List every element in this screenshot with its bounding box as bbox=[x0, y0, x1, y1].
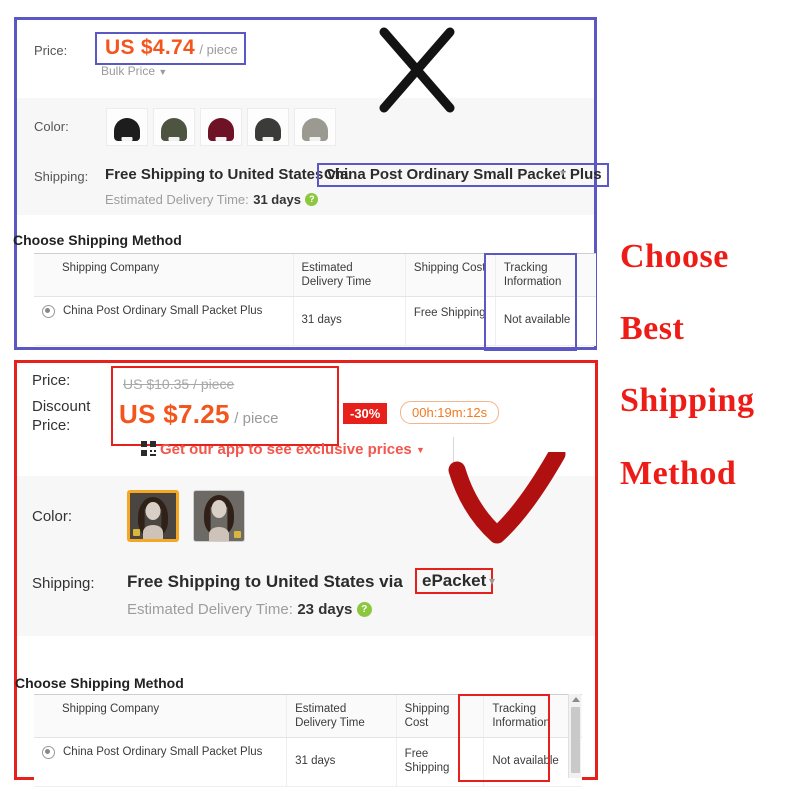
color-row-bottom: Color: bbox=[32, 507, 72, 526]
td-company-text: China Post Ordinary Small Packet Plus bbox=[63, 305, 263, 317]
shipping-option-radio[interactable] bbox=[42, 746, 55, 759]
swatch-hat-icon bbox=[208, 118, 234, 141]
discount-price-box[interactable]: US $10.35 / piece US $7.25 / piece bbox=[111, 366, 339, 446]
shipping-free-text-wrap-bottom: Free Shipping to United States via bbox=[127, 572, 403, 592]
color-swatch-dark-grey[interactable] bbox=[247, 108, 289, 146]
tracking-column-highlight-bottom bbox=[458, 694, 550, 782]
shipping-row-top: Shipping: bbox=[34, 168, 88, 185]
th-shipping-cost: Shipping Cost bbox=[404, 254, 495, 296]
wig-badge-icon bbox=[234, 531, 241, 538]
color-swatch-light-grey[interactable] bbox=[294, 108, 336, 146]
price-amount: US $4.74 bbox=[105, 36, 195, 59]
color-swatch-wine-red[interactable] bbox=[200, 108, 242, 146]
qr-code-icon bbox=[141, 441, 156, 456]
color-thumb-1[interactable] bbox=[127, 490, 179, 542]
price-unit: / piece bbox=[199, 42, 238, 57]
swatch-hat-icon bbox=[302, 118, 328, 141]
price-value-box[interactable]: US $4.74 / piece bbox=[95, 32, 246, 65]
annotation-line-2: Best bbox=[620, 310, 685, 347]
app-promo-link[interactable]: Get our app to see exclusive prices ▼ bbox=[141, 441, 425, 458]
delivery-estimate-top: Estimated Delivery Time: 31 days ? bbox=[105, 191, 319, 209]
th-shipping-company: Shipping Company bbox=[62, 703, 160, 715]
discount-label-line2: Price: bbox=[32, 417, 71, 434]
delivery-value-bottom: 23 days bbox=[297, 601, 353, 618]
table-scrollbar[interactable] bbox=[568, 694, 581, 778]
th-estimated-delivery-time: Estimated Delivery Time bbox=[292, 254, 405, 296]
check-mark-annotation bbox=[448, 452, 566, 544]
td-delivery-time: 31 days bbox=[292, 297, 405, 345]
delivery-estimate-bottom: Estimated Delivery Time: 23 days ? bbox=[127, 601, 372, 619]
delivery-prefix-bottom: Estimated Delivery Time: bbox=[127, 601, 293, 618]
product-panel-top: Price: US $4.74 / piece Bulk Price ▼ Col… bbox=[13, 17, 609, 351]
wig-face-shape bbox=[145, 502, 161, 520]
x-mark-annotation bbox=[379, 27, 455, 113]
discount-price-amount: US $7.25 bbox=[119, 399, 230, 429]
scroll-up-arrow-icon[interactable] bbox=[572, 697, 580, 702]
th-shipping-company: Shipping Company bbox=[62, 262, 160, 274]
color-row-top: Color: bbox=[34, 118, 69, 135]
td-shipping-company[interactable]: China Post Ordinary Small Packet Plus bbox=[34, 738, 286, 786]
wig-body-shape bbox=[209, 527, 229, 541]
td-delivery-time: 31 days bbox=[286, 738, 396, 786]
discount-label-line1: Discount bbox=[32, 398, 91, 415]
td-shipping-cost: Free Shipping bbox=[404, 297, 495, 345]
annotation-line-4: Method bbox=[620, 455, 737, 492]
shipping-free-text-wrap: Free Shipping to United States via bbox=[105, 166, 348, 184]
chevron-down-icon[interactable]: ▼ bbox=[416, 445, 425, 455]
shipping-label-bottom: Shipping: bbox=[32, 575, 95, 592]
discount-badge: -30% bbox=[343, 403, 388, 424]
annotation-line-1: Choose bbox=[620, 238, 729, 275]
swatch-hat-icon bbox=[114, 118, 140, 141]
shipping-free-text: Free Shipping to United States via bbox=[105, 166, 349, 183]
color-thumb-2[interactable] bbox=[193, 490, 245, 542]
color-swatch-black[interactable] bbox=[106, 108, 148, 146]
bulk-price-link[interactable]: Bulk Price ▼ bbox=[101, 64, 167, 78]
td-shipping-company[interactable]: China Post Ordinary Small Packet Plus bbox=[34, 297, 293, 345]
annotation-line-3: Shipping bbox=[620, 382, 755, 419]
screenshot-root: Price: US $4.74 / piece Bulk Price ▼ Col… bbox=[0, 0, 800, 800]
wig-badge-icon bbox=[133, 529, 140, 536]
shipping-free-text-bottom: Free Shipping to United States via bbox=[127, 572, 403, 591]
choose-shipping-method-heading-bottom: Choose Shipping Method bbox=[15, 675, 184, 691]
bulk-price-label: Bulk Price bbox=[101, 64, 156, 78]
shipping-label: Shipping: bbox=[34, 169, 89, 184]
price-label-bottom: Price: bbox=[32, 372, 71, 389]
discount-price-wrap: US $7.25 / piece bbox=[119, 399, 278, 430]
original-price: US $10.35 / piece bbox=[123, 376, 235, 392]
chevron-down-icon: ▼ bbox=[158, 66, 168, 77]
color-swatch-army-green[interactable] bbox=[153, 108, 195, 146]
th-estimated-delivery-time: Estimated Delivery Time bbox=[286, 695, 396, 737]
td-company-text: China Post Ordinary Small Packet Plus bbox=[63, 746, 263, 758]
swatch-hat-icon bbox=[255, 118, 281, 141]
help-icon-bottom[interactable]: ? bbox=[356, 602, 372, 618]
delivery-value: 31 days bbox=[253, 192, 301, 207]
color-label: Color: bbox=[34, 119, 69, 134]
price-row-top: Price: bbox=[34, 42, 67, 59]
countdown-timer: 00h:19m:12s bbox=[400, 401, 500, 424]
tracking-column-highlight-top bbox=[484, 253, 577, 351]
shipping-option-radio[interactable] bbox=[42, 305, 55, 318]
color-label-bottom: Color: bbox=[32, 508, 73, 525]
app-promo-text: Get our app to see exclusive prices bbox=[160, 441, 412, 458]
swatch-hat-icon bbox=[161, 118, 187, 141]
help-icon[interactable]: ? bbox=[305, 193, 319, 207]
shipping-dropdown-arrow-icon[interactable]: ▾ bbox=[560, 168, 565, 179]
price-row-bottom: Price: bbox=[32, 371, 70, 390]
wig-face-shape bbox=[211, 500, 227, 518]
discount-label-row: Discount Price: bbox=[32, 397, 90, 435]
shipping-row-bottom: Shipping: bbox=[32, 574, 95, 593]
discount-price-unit: / piece bbox=[234, 410, 279, 427]
delivery-prefix: Estimated Delivery Time: bbox=[105, 192, 249, 207]
wig-body-shape bbox=[143, 525, 163, 539]
scrollbar-thumb[interactable] bbox=[571, 707, 580, 773]
choose-shipping-method-heading-top: Choose Shipping Method bbox=[13, 232, 182, 248]
price-label: Price: bbox=[34, 43, 68, 58]
